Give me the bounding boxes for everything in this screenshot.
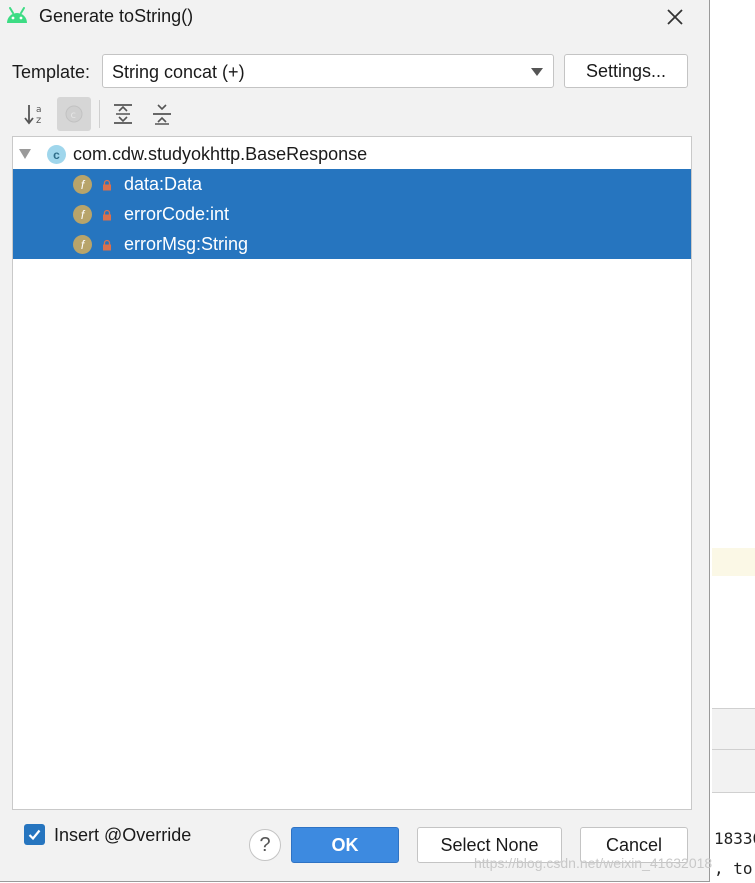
- field-icon: f: [73, 205, 92, 224]
- class-icon: c: [47, 145, 66, 164]
- background-code-text: , to: [714, 859, 753, 878]
- tree-toolbar: a z c: [16, 97, 696, 133]
- sort-alphabetically-icon: a z: [24, 105, 42, 126]
- close-button[interactable]: [660, 3, 690, 31]
- svg-text:c: c: [71, 110, 77, 121]
- tree-field-row[interactable]: f data:Data: [13, 169, 691, 199]
- expand-all-button[interactable]: [106, 97, 140, 131]
- lock-icon: [103, 239, 111, 251]
- tree-field-row[interactable]: f errorMsg:String: [13, 229, 691, 259]
- field-label: errorCode:int: [124, 204, 230, 224]
- show-classes-icon: c: [65, 105, 83, 123]
- ok-button[interactable]: OK: [291, 827, 399, 863]
- settings-button[interactable]: Settings...: [564, 54, 688, 88]
- watermark-text: https://blog.csdn.net/weixin_41632018: [474, 855, 713, 871]
- insert-override-label[interactable]: Insert @Override: [54, 825, 191, 846]
- sort-alphabetically-button[interactable]: a z: [18, 97, 52, 131]
- collapse-all-button[interactable]: [145, 97, 179, 131]
- template-dropdown[interactable]: String concat (+): [102, 54, 554, 88]
- chevron-down-icon: [531, 68, 543, 76]
- svg-text:a: a: [36, 105, 42, 115]
- field-icon: f: [73, 175, 92, 194]
- field-label: errorMsg:String: [124, 234, 249, 254]
- insert-override-checkbox[interactable]: [24, 824, 45, 845]
- dialog-titlebar: Generate toString(): [0, 0, 709, 34]
- field-label: data:Data: [124, 174, 203, 194]
- class-name: com.cdw.studyokhttp.BaseResponse: [73, 144, 368, 164]
- generate-tostring-dialog: Generate toString() Template: String con…: [0, 0, 710, 882]
- template-selected-value: String concat (+): [112, 62, 245, 82]
- expand-all-icon: [114, 104, 132, 124]
- expand-arrow-icon[interactable]: [19, 149, 31, 159]
- svg-text:z: z: [36, 115, 41, 126]
- tree-class-row[interactable]: c com.cdw.studyokhttp.BaseResponse: [13, 139, 691, 169]
- show-classes-button[interactable]: c: [57, 97, 91, 131]
- background-panel: [712, 708, 755, 749]
- background-code-text: 18330: [714, 829, 755, 848]
- help-button[interactable]: ?: [249, 829, 281, 861]
- member-tree[interactable]: c com.cdw.studyokhttp.BaseResponse f dat…: [12, 136, 692, 810]
- android-icon: [7, 7, 27, 23]
- dialog-title: Generate toString(): [39, 6, 194, 26]
- close-icon: [667, 9, 683, 25]
- checkmark-icon: [28, 829, 41, 841]
- lock-icon: [103, 209, 111, 221]
- tree-field-row[interactable]: f errorCode:int: [13, 199, 691, 229]
- background-panel: [712, 749, 755, 793]
- background-line-highlight: [712, 548, 755, 576]
- lock-icon: [103, 179, 111, 191]
- toolbar-separator: [99, 100, 100, 128]
- field-icon: f: [73, 235, 92, 254]
- collapse-all-icon: [153, 104, 171, 125]
- template-label: Template:: [12, 62, 91, 82]
